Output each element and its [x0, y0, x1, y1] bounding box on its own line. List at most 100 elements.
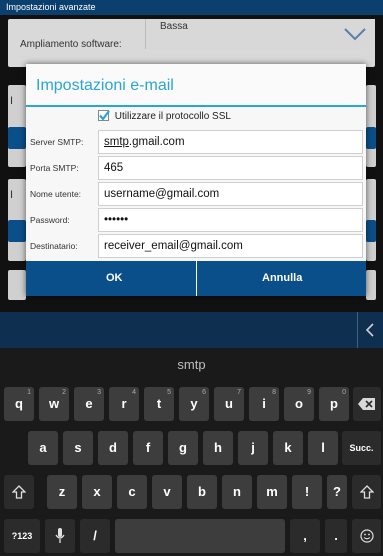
symbols-key[interactable]: ?123 [4, 519, 40, 553]
recipient-label: Destinatario: [30, 241, 78, 251]
key-j[interactable]: j [238, 431, 268, 465]
checkmark-icon [99, 110, 110, 121]
key-w[interactable]: 2w [39, 387, 69, 421]
key-d[interactable]: d [98, 431, 128, 465]
key-hint: 5 [167, 389, 171, 396]
key-i[interactable]: 8i [249, 387, 279, 421]
space-key[interactable] [115, 519, 285, 553]
key-x[interactable]: x [82, 475, 112, 509]
key-hint: 4 [132, 389, 136, 396]
key-k[interactable]: k [273, 431, 303, 465]
backspace-icon [358, 398, 375, 410]
email-settings-dialog: Impostazioni e-mail Utilizzare il protoc… [26, 64, 366, 296]
key-period[interactable]: . [325, 519, 347, 553]
chevron-down-icon [344, 28, 366, 41]
smtp-port-input[interactable]: 465 [98, 156, 363, 180]
smtp-server-input[interactable]: smtp.gmail.com [98, 130, 363, 154]
key-label: g [179, 440, 187, 455]
key-g[interactable]: g [168, 431, 198, 465]
key-p[interactable]: 0p [319, 387, 349, 421]
recipient-input[interactable]: receiver_email@gmail.com [98, 234, 363, 258]
background-card-letter: I [10, 189, 14, 201]
next-key[interactable]: Succ. [342, 431, 381, 465]
key-r[interactable]: 4r [109, 387, 139, 421]
background-button-1 [8, 127, 26, 149]
shift-key-right[interactable] [352, 475, 381, 509]
key-hint: 3 [97, 389, 101, 396]
password-input[interactable]: •••••• [98, 208, 363, 232]
key-o[interactable]: 9o [284, 387, 314, 421]
expansion-select[interactable]: Bassa [145, 19, 375, 49]
ok-button[interactable]: OK [26, 261, 196, 296]
key-hint: 8 [272, 389, 276, 396]
key-label: z [58, 484, 66, 499]
background-card-3 [8, 270, 26, 300]
cancel-button[interactable]: Annulla [197, 261, 366, 296]
backspace-key[interactable] [353, 387, 381, 421]
key-comma[interactable]: , [290, 519, 320, 553]
key-h[interactable]: h [203, 431, 233, 465]
key-label: o [295, 396, 303, 411]
collapse-keyboard-button[interactable] [357, 312, 383, 348]
password-label: Password: [30, 215, 70, 225]
key-slash[interactable]: / [80, 519, 110, 553]
smtp-port-row: Porta SMTP: 465 [26, 155, 366, 181]
key-n[interactable]: n [222, 475, 252, 509]
key-label: ? [333, 484, 341, 499]
key-label: u [225, 396, 233, 411]
recipient-row: Destinatario: receiver_email@gmail.com [26, 233, 366, 259]
key-label: a [39, 440, 47, 455]
smtp-server-label: Server SMTP: [30, 137, 84, 147]
key-l[interactable]: l [308, 431, 338, 465]
key-question[interactable]: ? [327, 475, 347, 509]
voice-input-key[interactable] [45, 519, 75, 553]
key-q[interactable]: 1q [4, 387, 34, 421]
suggestion-word: smtp [177, 357, 206, 372]
key-label: j [251, 440, 255, 455]
ssl-option[interactable]: Utilizzare il protocollo SSL [98, 110, 231, 126]
key-b[interactable]: b [187, 475, 217, 509]
key-e[interactable]: 3e [74, 387, 104, 421]
key-label: y [190, 396, 198, 411]
smtp-server-value-rest: .gmail.com [128, 136, 185, 148]
key-label: n [233, 484, 241, 499]
key-label: i [262, 396, 266, 411]
username-label: Nome utente: [30, 189, 82, 199]
key-s[interactable]: s [63, 431, 93, 465]
status-bar: Impostazioni avanzate [0, 0, 383, 15]
key-c[interactable]: c [117, 475, 147, 509]
key-t[interactable]: 5t [144, 387, 174, 421]
key-exclamation[interactable]: ! [292, 475, 322, 509]
keyboard-toolbar [0, 312, 383, 348]
key-label: h [214, 440, 222, 455]
chevron-left-icon [365, 323, 374, 337]
key-m[interactable]: m [257, 475, 287, 509]
key-label: x [93, 484, 101, 499]
key-label: t [156, 396, 162, 411]
key-label: ! [304, 484, 310, 499]
expansion-value: Bassa [160, 21, 188, 32]
key-label: s [74, 440, 82, 455]
background-card-1-right [366, 85, 376, 167]
shift-key-left[interactable] [4, 475, 34, 509]
suggestion-strip[interactable]: smtp [0, 348, 383, 382]
key-label: c [128, 484, 136, 499]
key-y[interactable]: 6y [179, 387, 209, 421]
key-a[interactable]: a [28, 431, 58, 465]
key-label: q [15, 396, 23, 411]
ssl-checkbox[interactable] [98, 110, 110, 121]
password-row: Password: •••••• [26, 207, 366, 233]
key-label: m [266, 484, 278, 499]
key-hint: 6 [202, 389, 206, 396]
username-input[interactable]: username@gmail.com [98, 182, 363, 206]
key-hint: 7 [237, 389, 241, 396]
on-screen-keyboard: smtp 1q 2w 3e 4r 5t 6y 7u 8i 9o 0p a s d… [0, 348, 383, 556]
expansion-row: Ampliamento software: Bassa [8, 19, 375, 67]
key-v[interactable]: v [152, 475, 182, 509]
emoji-key[interactable] [352, 519, 381, 553]
key-hint: 9 [307, 389, 311, 396]
smtp-server-row: Server SMTP: smtp.gmail.com [26, 129, 366, 155]
key-f[interactable]: f [133, 431, 163, 465]
key-z[interactable]: z [47, 475, 77, 509]
key-u[interactable]: 7u [214, 387, 244, 421]
